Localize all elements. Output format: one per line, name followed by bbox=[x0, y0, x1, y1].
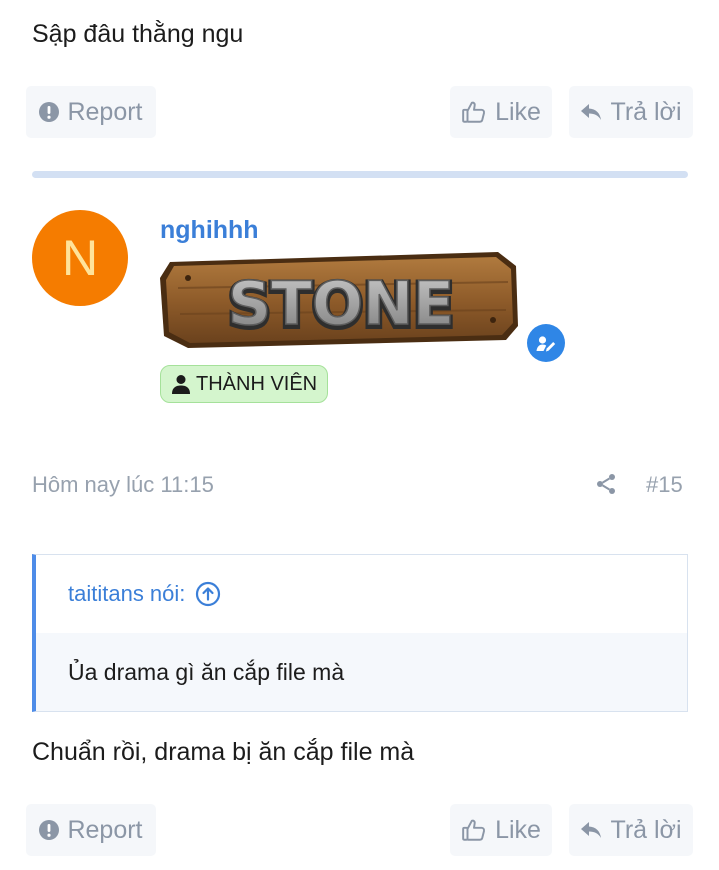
report-button-previous[interactable]: Report bbox=[26, 86, 156, 138]
exclamation-circle-icon bbox=[39, 102, 60, 122]
rank-banner-stone: STONE STONE bbox=[160, 252, 518, 348]
like-button[interactable]: Like bbox=[450, 804, 552, 856]
like-button-previous[interactable]: Like bbox=[450, 86, 552, 138]
arrow-up-circle-icon[interactable] bbox=[195, 581, 221, 607]
avatar[interactable]: N bbox=[32, 210, 128, 306]
share-icon[interactable] bbox=[594, 472, 618, 496]
like-label: Like bbox=[495, 97, 541, 126]
avatar-letter: N bbox=[61, 230, 99, 286]
role-badge: THÀNH VIÊN bbox=[160, 365, 329, 403]
role-badge-label: THÀNH VIÊN bbox=[196, 372, 318, 395]
thumbs-up-icon bbox=[462, 101, 486, 123]
reply-arrow-icon bbox=[581, 104, 602, 120]
reply-arrow-icon bbox=[581, 822, 602, 838]
rank-banner-text: STONE bbox=[228, 269, 454, 339]
reply-button-previous[interactable]: Trả lời bbox=[569, 86, 693, 138]
post-divider bbox=[32, 171, 688, 178]
quote-header[interactable]: taititans nói: bbox=[68, 555, 221, 633]
thumbs-up-icon bbox=[462, 819, 486, 841]
verified-badge[interactable] bbox=[527, 324, 565, 362]
quote-block: taititans nói: Ủa drama gì ăn cắp file m… bbox=[32, 554, 688, 712]
thread-page: Sập đâu thằng ngu Report Like Trả lời N … bbox=[0, 0, 719, 870]
report-label: Report bbox=[67, 815, 143, 844]
user-icon bbox=[172, 375, 190, 394]
reply-button[interactable]: Trả lời bbox=[569, 804, 693, 856]
quote-author: taititans nói: bbox=[68, 581, 186, 606]
quote-text: Ủa drama gì ăn cắp file mà bbox=[68, 658, 345, 685]
previous-post-text: Sập đâu thằng ngu bbox=[32, 20, 244, 48]
username-link[interactable]: nghihhh bbox=[160, 216, 259, 245]
report-label: Report bbox=[67, 97, 143, 126]
post-number-link[interactable]: #15 bbox=[646, 472, 683, 498]
report-button[interactable]: Report bbox=[26, 804, 156, 856]
quote-body: Ủa drama gì ăn cắp file mà bbox=[36, 633, 687, 711]
reply-label: Trả lời bbox=[610, 97, 682, 126]
post-text: Chuẩn rồi, drama bị ăn cắp file mà bbox=[32, 738, 415, 766]
like-label: Like bbox=[495, 815, 541, 844]
reply-label: Trả lời bbox=[610, 815, 682, 844]
post-timestamp[interactable]: Hôm nay lúc 11:15 bbox=[32, 472, 214, 498]
verified-pen-icon bbox=[536, 336, 556, 352]
exclamation-circle-icon bbox=[39, 820, 60, 840]
